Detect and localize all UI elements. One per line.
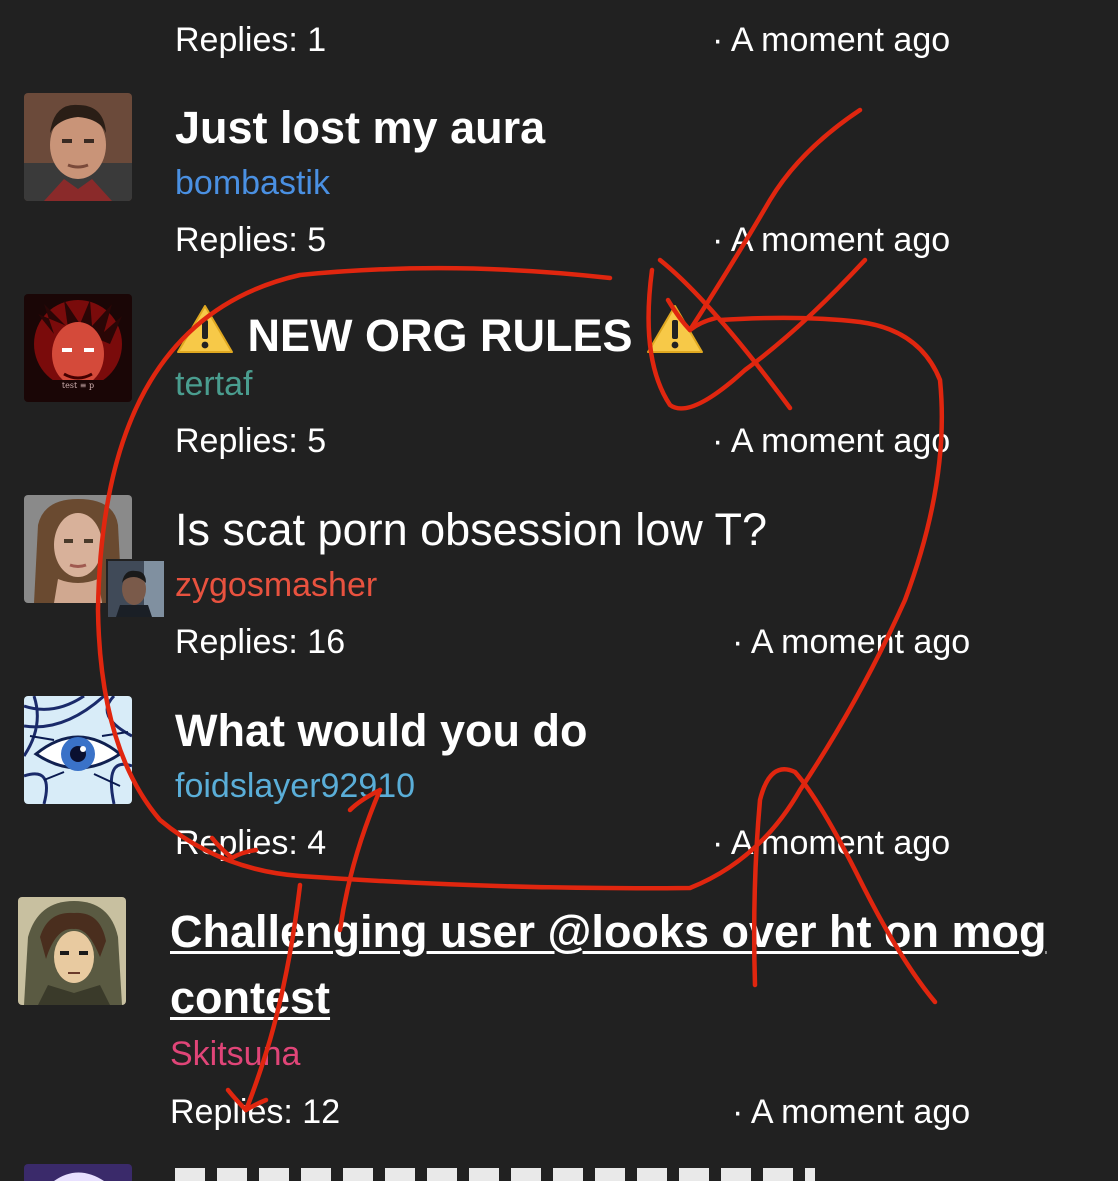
thread-title[interactable]: Challenging user @looks over ht on mog — [170, 906, 1046, 958]
thread-title-container[interactable]: NEW ORG RULES — [175, 303, 705, 362]
reply-count: Replies: 5 — [175, 422, 327, 460]
svg-text:test ≡ p: test ≡ p — [62, 381, 94, 390]
post-time: · A moment ago — [712, 21, 951, 59]
thread-author[interactable]: Skitsuna — [170, 1034, 300, 1074]
thread-title[interactable]: Just lost my aura — [175, 102, 545, 154]
warning-icon — [645, 303, 705, 355]
post-time: · A moment ago — [712, 422, 951, 460]
thread-title[interactable]: What would you do — [175, 705, 587, 757]
male-portrait-avatar — [24, 93, 132, 201]
avatar-next-thread[interactable] — [24, 1164, 132, 1181]
thread-author[interactable]: bombastik — [175, 163, 330, 203]
thread-author[interactable]: tertaf — [175, 364, 252, 404]
reply-count: Replies: 1 — [175, 21, 327, 59]
avatar-skitsuna[interactable] — [18, 897, 126, 1005]
anime-character-avatar — [18, 897, 126, 1005]
thread-author[interactable]: zygosmasher — [175, 565, 377, 605]
warning-icon — [175, 303, 235, 355]
reply-count: Replies: 4 — [175, 824, 327, 862]
thread-title-partial[interactable] — [175, 1162, 815, 1181]
thread-title[interactable]: Is scat porn obsession low T? — [175, 504, 767, 556]
eye-drawing-avatar — [24, 696, 132, 804]
thread-author[interactable]: foidslayer92910 — [175, 766, 415, 806]
reply-count: Replies: 5 — [175, 221, 327, 259]
reply-count: Replies: 12 — [170, 1093, 341, 1131]
post-time: · A moment ago — [732, 1093, 971, 1131]
thread-feed: Replies: 1 · A moment ago Just lost my a… — [0, 0, 1118, 1181]
thread-title: NEW ORG RULES — [247, 310, 633, 361]
purple-avatar — [24, 1164, 132, 1181]
reply-count: Replies: 16 — [175, 623, 346, 661]
post-time: · A moment ago — [712, 221, 951, 259]
avatar-bombastik[interactable] — [24, 93, 132, 201]
red-demon-avatar: test ≡ p — [24, 294, 132, 402]
avatar-foidslayer92910[interactable] — [24, 696, 132, 804]
avatar-tertaf[interactable]: test ≡ p — [24, 294, 132, 402]
secondary-user-avatar — [106, 559, 166, 619]
post-time: · A moment ago — [732, 623, 971, 661]
post-time: · A moment ago — [712, 824, 951, 862]
thread-title-continued[interactable]: contest — [170, 972, 330, 1024]
